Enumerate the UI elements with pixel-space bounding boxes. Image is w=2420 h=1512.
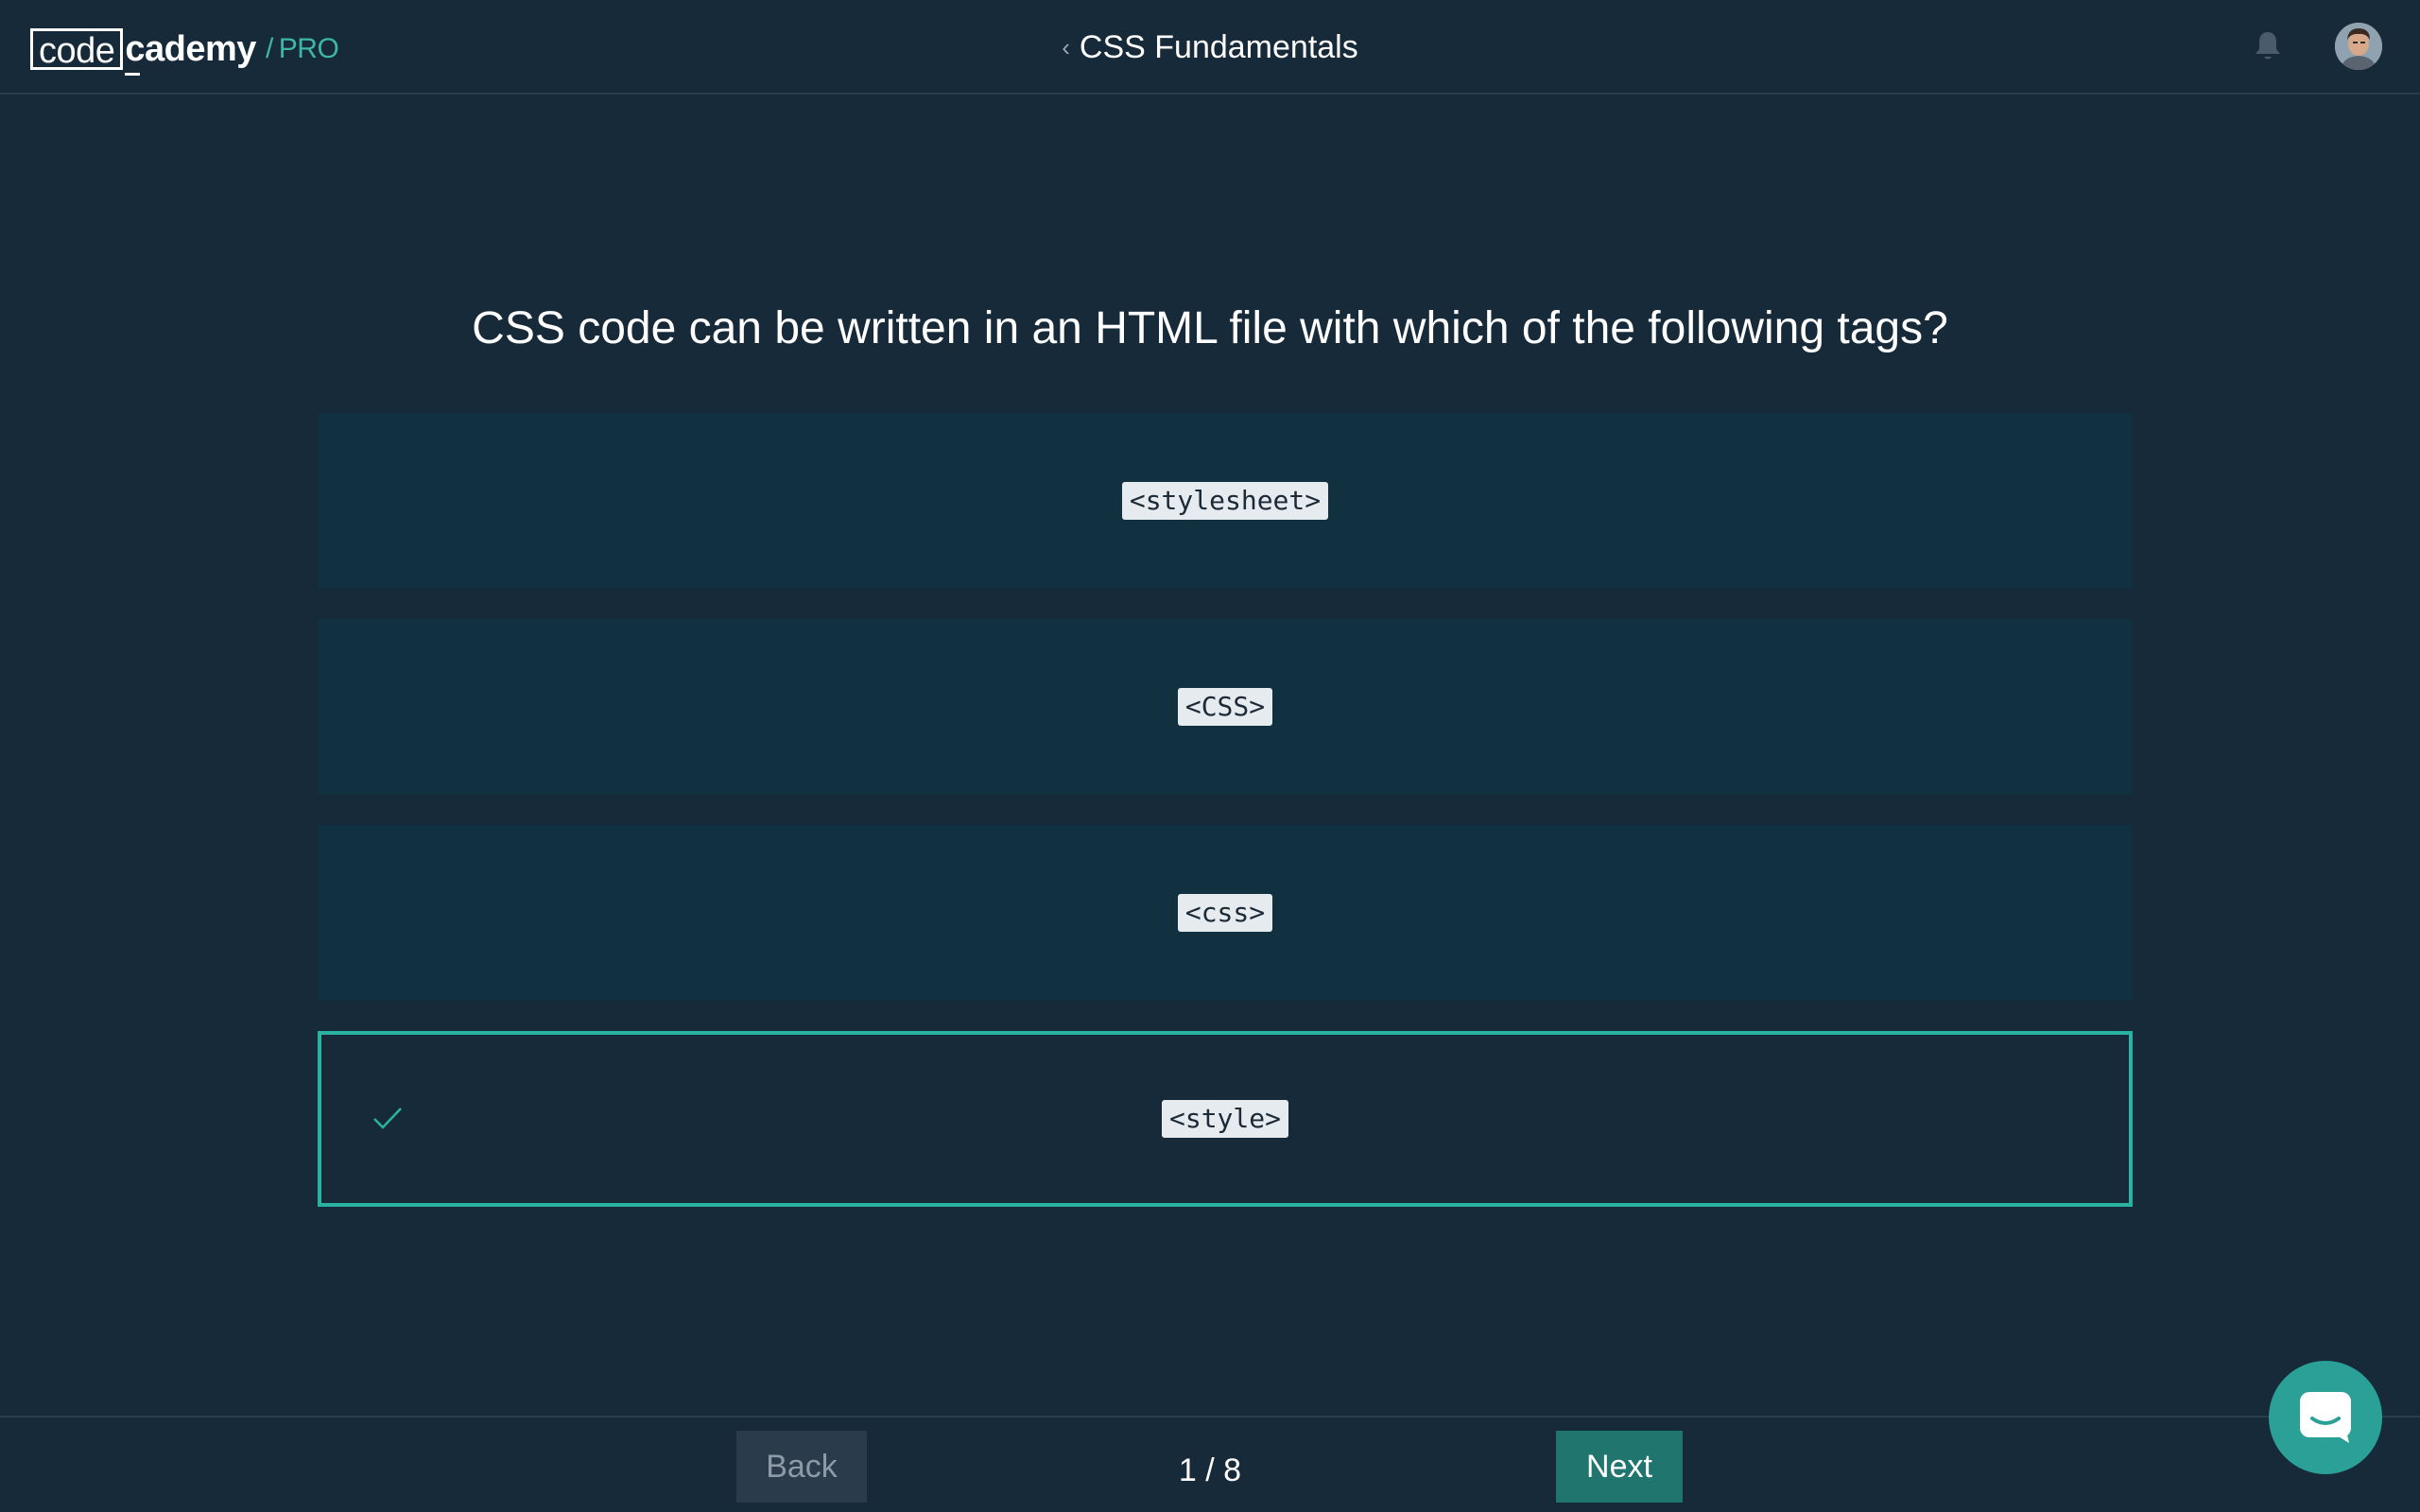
avatar[interactable] — [2335, 23, 2382, 70]
checkmark-icon — [369, 1099, 406, 1137]
bell-icon[interactable] — [2254, 30, 2282, 62]
answer-option-label: <css> — [1177, 894, 1273, 932]
quiz-footer: Back 1 / 8 Next — [0, 1416, 2420, 1512]
quiz-question: CSS code can be written in an HTML file … — [472, 303, 1948, 353]
answer-option-label: <style> — [1161, 1100, 1288, 1138]
answer-option-label: <CSS> — [1177, 688, 1273, 726]
answer-option-3[interactable]: <css> — [318, 825, 2133, 1001]
chat-icon — [2300, 1392, 2351, 1443]
answer-option-4[interactable]: <style> — [318, 1031, 2133, 1207]
course-title: CSS Fundamentals — [1079, 29, 1358, 65]
top-navigation-bar: code cademy / PRO ‹ CSS Fundamentals — [0, 0, 2420, 94]
answer-option-label: <stylesheet> — [1121, 482, 1329, 520]
support-chat-button[interactable] — [2269, 1361, 2382, 1474]
course-title-link[interactable]: ‹ CSS Fundamentals — [0, 26, 2420, 68]
chevron-left-icon: ‹ — [1062, 33, 1070, 61]
next-button[interactable]: Next — [1556, 1431, 1683, 1503]
answer-option-2[interactable]: <CSS> — [318, 619, 2133, 795]
answer-option-1[interactable]: <stylesheet> — [318, 413, 2133, 589]
question-progress: 1 / 8 — [1178, 1452, 1242, 1488]
